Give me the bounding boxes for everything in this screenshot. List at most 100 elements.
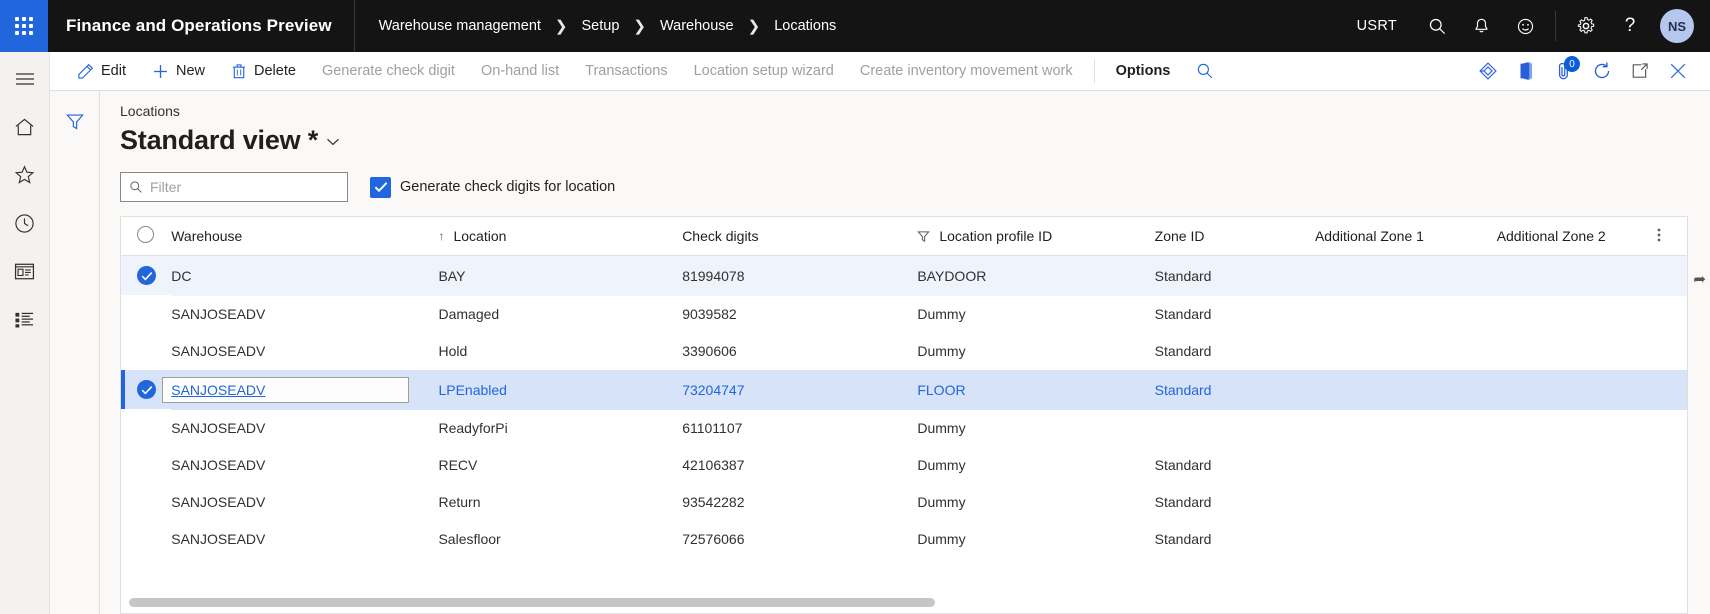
column-header-additional-zone-1[interactable]: Additional Zone 1: [1314, 217, 1497, 256]
cell-additional-zone-1[interactable]: [1315, 256, 1497, 296]
avatar[interactable]: NS: [1660, 9, 1694, 43]
smiley-icon[interactable]: [1503, 0, 1547, 52]
cell-warehouse[interactable]: SANJOSEADV: [171, 521, 438, 558]
select-all-column-header[interactable]: [121, 217, 172, 256]
cell-additional-zone-1[interactable]: [1315, 296, 1497, 333]
column-filter-icon[interactable]: [917, 230, 931, 243]
cell-zone-id[interactable]: Standard: [1155, 296, 1315, 333]
filter-funnel-icon[interactable]: [55, 105, 95, 139]
attachments-icon[interactable]: 0: [1546, 53, 1582, 89]
generate-check-digits-checkbox[interactable]: [370, 176, 391, 198]
cell-check-digits[interactable]: 73204747: [682, 370, 917, 410]
breadcrumb-item-warehouse[interactable]: Warehouse: [660, 18, 734, 34]
select-all-circle-icon[interactable]: [137, 226, 154, 243]
cell-location-profile-id[interactable]: Dummy: [917, 447, 1154, 484]
create-inventory-movement-work-button[interactable]: Create inventory movement work: [847, 52, 1086, 90]
cell-zone-id[interactable]: Standard: [1155, 256, 1315, 296]
search-icon[interactable]: [1415, 0, 1459, 52]
row-select-cell[interactable]: [121, 333, 171, 370]
cell-check-digits[interactable]: 61101107: [682, 410, 917, 447]
breadcrumb-item-locations[interactable]: Locations: [774, 18, 836, 34]
column-header-check-digits[interactable]: Check digits: [682, 217, 918, 256]
cell-additional-zone-1[interactable]: [1315, 447, 1497, 484]
horizontal-scrollbar[interactable]: [121, 591, 1687, 613]
row-selected-check-icon[interactable]: [137, 266, 156, 285]
cell-additional-zone-2[interactable]: [1497, 410, 1657, 447]
filter-input[interactable]: [150, 179, 339, 195]
close-icon[interactable]: [1660, 53, 1696, 89]
cell-location-profile-id[interactable]: Dummy: [917, 410, 1154, 447]
toolbar-search-icon[interactable]: [1183, 52, 1227, 90]
cell-additional-zone-2[interactable]: [1497, 521, 1657, 558]
row-select-cell[interactable]: [121, 484, 171, 521]
column-header-location-profile-id[interactable]: Location profile ID: [917, 217, 1155, 256]
help-icon[interactable]: ?: [1608, 0, 1652, 52]
cell-additional-zone-2[interactable]: [1497, 447, 1657, 484]
bell-icon[interactable]: [1459, 0, 1503, 52]
cell-warehouse[interactable]: SANJOSEADV: [171, 484, 438, 521]
edit-button[interactable]: Edit: [64, 52, 139, 90]
cell-location[interactable]: ReadyforPi: [438, 410, 682, 447]
column-header-warehouse[interactable]: Warehouse: [171, 217, 439, 256]
cell-location[interactable]: RECV: [438, 447, 682, 484]
row-selected-check-icon[interactable]: [137, 380, 156, 399]
gear-icon[interactable]: [1564, 0, 1608, 52]
cell-zone-id[interactable]: Standard: [1155, 370, 1315, 410]
cell-check-digits[interactable]: 3390606: [682, 333, 917, 370]
cell-warehouse[interactable]: SANJOSEADV: [162, 370, 438, 410]
table-row[interactable]: SANJOSEADV Hold 3390606 Dummy Standard: [121, 332, 1687, 370]
cell-additional-zone-2[interactable]: [1497, 296, 1657, 333]
column-options-icon[interactable]: [1657, 217, 1687, 256]
cell-location-profile-id[interactable]: Dummy: [917, 484, 1154, 521]
cell-additional-zone-1[interactable]: [1315, 410, 1497, 447]
refresh-icon[interactable]: [1584, 53, 1620, 89]
cell-check-digits[interactable]: 72576066: [682, 521, 917, 558]
table-row[interactable]: DC BAY 81994078 BAYDOOR Standard: [121, 255, 1687, 296]
breadcrumb-item-warehouse-management[interactable]: Warehouse management: [379, 18, 541, 34]
workspace-icon[interactable]: [5, 254, 45, 288]
cell-check-digits[interactable]: 42106387: [682, 447, 917, 484]
cell-additional-zone-1[interactable]: [1315, 484, 1497, 521]
table-row[interactable]: SANJOSEADV LPEnabled 73204747 FLOOR Standard: [121, 369, 1687, 410]
cell-additional-zone-1[interactable]: [1315, 370, 1497, 410]
cell-location-profile-id[interactable]: Dummy: [917, 521, 1154, 558]
cell-zone-id[interactable]: Standard: [1155, 333, 1315, 370]
warehouse-cell-editor[interactable]: SANJOSEADV: [162, 376, 410, 403]
on-hand-list-button[interactable]: On-hand list: [468, 52, 572, 90]
cell-location-profile-id[interactable]: FLOOR: [917, 370, 1154, 410]
cell-zone-id[interactable]: Standard: [1155, 484, 1315, 521]
row-select-cell[interactable]: [121, 296, 171, 333]
delete-button[interactable]: Delete: [218, 52, 309, 90]
options-button[interactable]: Options: [1103, 52, 1184, 90]
column-header-additional-zone-2[interactable]: Additional Zone 2: [1496, 217, 1658, 256]
hamburger-menu-icon[interactable]: [5, 62, 45, 96]
transactions-button[interactable]: Transactions: [572, 52, 680, 90]
cell-check-digits[interactable]: 93542282: [682, 484, 917, 521]
filter-input-container[interactable]: [120, 172, 348, 202]
generate-check-digits-checkbox-row[interactable]: Generate check digits for location: [370, 176, 615, 198]
table-row[interactable]: SANJOSEADV Return 93542282 Dummy Standard: [121, 483, 1687, 521]
cell-location-profile-id[interactable]: Dummy: [917, 296, 1154, 333]
table-row[interactable]: SANJOSEADV RECV 42106387 Dummy Standard: [121, 446, 1687, 484]
cell-additional-zone-1[interactable]: [1315, 333, 1497, 370]
cell-warehouse[interactable]: SANJOSEADV: [171, 333, 438, 370]
view-selector[interactable]: Standard view *: [120, 125, 1710, 156]
star-icon[interactable]: [5, 158, 45, 192]
row-select-cell[interactable]: [121, 410, 171, 447]
chevron-down-icon[interactable]: [326, 135, 340, 150]
cell-additional-zone-2[interactable]: [1497, 484, 1657, 521]
cell-additional-zone-1[interactable]: [1315, 521, 1497, 558]
open-in-office-icon[interactable]: [1508, 53, 1544, 89]
cell-location[interactable]: Salesfloor: [438, 521, 682, 558]
popout-icon[interactable]: [1622, 53, 1658, 89]
new-button[interactable]: New: [139, 52, 218, 90]
cell-zone-id[interactable]: Standard: [1155, 521, 1315, 558]
cell-check-digits[interactable]: 9039582: [682, 296, 917, 333]
table-row[interactable]: SANJOSEADV Salesfloor 72576066 Dummy Standar…: [121, 520, 1687, 558]
row-select-cell[interactable]: [121, 447, 171, 484]
clock-icon[interactable]: [5, 206, 45, 240]
column-header-location[interactable]: ↑ Location: [438, 217, 683, 256]
table-row[interactable]: SANJOSEADV ReadyforPi 61101107 Dummy: [121, 409, 1687, 447]
waffle-grid-icon[interactable]: [0, 0, 48, 52]
cell-zone-id[interactable]: Standard: [1155, 447, 1315, 484]
